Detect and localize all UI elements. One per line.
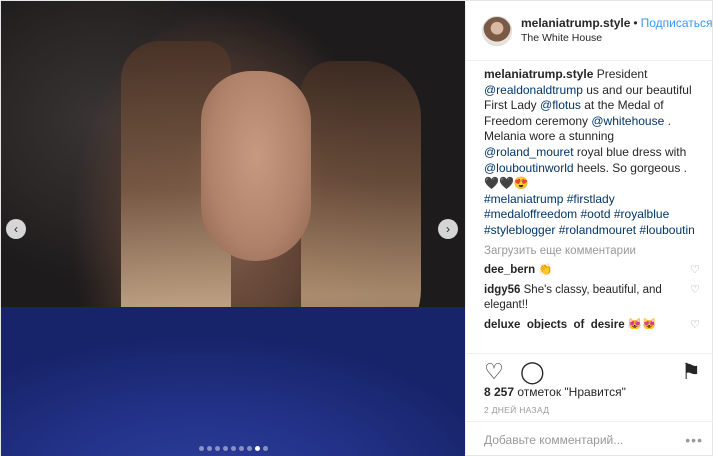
carousel-dot bbox=[222, 446, 228, 451]
bookmark-icon[interactable]: ⚑ bbox=[679, 359, 703, 384]
mention-link[interactable]: @whitehouse bbox=[591, 114, 664, 128]
more-options-icon[interactable]: ••• bbox=[685, 432, 703, 448]
carousel-next-button[interactable]: › bbox=[438, 219, 458, 239]
comment-body: dee_bern 👏 bbox=[484, 263, 662, 278]
photo-face bbox=[201, 71, 311, 261]
avatar[interactable] bbox=[482, 15, 512, 46]
caption-username[interactable]: melaniatrump.style bbox=[484, 67, 593, 81]
like-count-number: 8 257 bbox=[484, 385, 515, 399]
carousel-dot bbox=[246, 446, 252, 451]
chevron-left-icon: ‹ bbox=[14, 222, 18, 236]
like-count[interactable]: 8 257 отметок "Нравится" bbox=[484, 385, 626, 399]
header-text: melaniatrump.style • Подписаться The White… bbox=[521, 16, 712, 46]
comment-like-heart-icon[interactable]: ♡ bbox=[688, 263, 700, 277]
header-username[interactable]: melaniatrump.style bbox=[521, 16, 630, 30]
comment-username[interactable]: idgy56 bbox=[484, 284, 520, 296]
follow-button[interactable]: Подписаться bbox=[641, 16, 713, 30]
caption-emoji: 🖤🖤😍 bbox=[484, 176, 529, 191]
instagram-post: ‹ › melaniatrump.style • Подписаться The W… bbox=[0, 0, 713, 456]
comment-bubble-icon[interactable]: ◯ bbox=[520, 359, 545, 384]
comment-item: idgy56 She's classy, beautiful, and eleg… bbox=[484, 283, 700, 312]
like-heart-icon[interactable]: ♡ bbox=[482, 359, 506, 384]
add-comment-input[interactable] bbox=[484, 432, 686, 447]
chevron-right-icon: › bbox=[446, 222, 450, 236]
location-link[interactable]: The White House bbox=[521, 31, 712, 46]
caption-text: royal blue dress with bbox=[573, 144, 687, 159]
load-more-comments-button[interactable]: Загрузить еще комментарии bbox=[484, 245, 700, 257]
carousel-dot bbox=[254, 446, 260, 451]
photo-dress bbox=[1, 307, 465, 456]
carousel-indicator bbox=[1, 446, 465, 451]
carousel-dot bbox=[238, 446, 244, 451]
carousel-dot bbox=[206, 446, 212, 451]
mention-link[interactable]: @roland_mouret bbox=[484, 145, 574, 159]
comment-like-heart-icon[interactable]: ♡ bbox=[688, 283, 700, 297]
post-timestamp: 2 ДНЕЙ НАЗАД bbox=[484, 405, 550, 415]
post-caption: melaniatrump.style President @realdonald… bbox=[484, 67, 700, 239]
caption-text: President bbox=[593, 67, 648, 81]
like-count-label: отметок "Нравится" bbox=[514, 385, 626, 399]
comment-username[interactable]: deluxe_objects_of_desire bbox=[484, 319, 625, 329]
carousel-prev-button[interactable]: ‹ bbox=[6, 219, 26, 239]
comment-item: deluxe_objects_of_desire 😻😻😻 ♡ bbox=[484, 318, 700, 329]
comment-like-heart-icon[interactable]: ♡ bbox=[688, 318, 700, 329]
mention-link[interactable]: @louboutinworld bbox=[484, 161, 574, 175]
post-photo[interactable]: ‹ › bbox=[1, 1, 465, 456]
hashtag-links[interactable]: #melaniatrump #firstlady #medaloffreedom… bbox=[484, 192, 700, 239]
mention-link[interactable]: @realdonaldtrump bbox=[484, 83, 583, 97]
carousel-dot bbox=[198, 446, 204, 451]
post-header: melaniatrump.style • Подписаться The White… bbox=[466, 1, 713, 61]
mention-link[interactable]: @flotus bbox=[540, 98, 581, 112]
action-bar: ♡ ◯ ⚑ bbox=[466, 353, 713, 385]
add-comment-bar: ••• bbox=[466, 421, 713, 456]
comment-text: 👏 bbox=[538, 263, 553, 276]
carousel-dot bbox=[230, 446, 236, 451]
comment-body: deluxe_objects_of_desire 😻😻😻 bbox=[484, 318, 662, 329]
carousel-dot bbox=[262, 446, 268, 451]
comment-item: dee_bern 👏 ♡ bbox=[484, 263, 700, 278]
comment-username[interactable]: dee_bern bbox=[484, 264, 535, 276]
comment-body: idgy56 She's classy, beautiful, and eleg… bbox=[484, 283, 662, 312]
carousel-dot bbox=[214, 446, 220, 451]
comment-list: dee_bern 👏 ♡ idgy56 She's classy, beautifu… bbox=[484, 263, 700, 329]
caption-text: heels. So gorgeous . bbox=[573, 160, 687, 175]
post-sidebar: melaniatrump.style • Подписаться The White… bbox=[465, 1, 713, 456]
comments-section: melaniatrump.style President @realdonald… bbox=[466, 61, 713, 329]
header-separator: • bbox=[633, 15, 638, 30]
